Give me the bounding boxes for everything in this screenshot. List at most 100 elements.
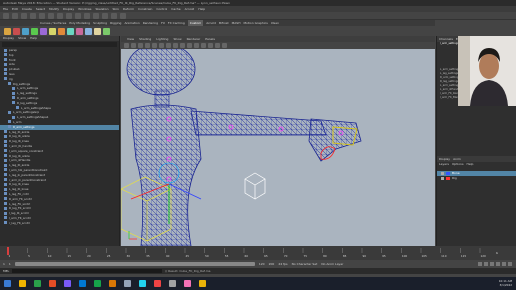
xray-joints-icon[interactable] — [215, 43, 220, 48]
shelf-tool-icon[interactable] — [67, 27, 74, 35]
camera-icon[interactable] — [124, 43, 129, 48]
time-slider-ruler[interactable]: 1 5 10 15 20 25 30 35 40 45 50 55 60 65 70 75 80 85 90 95 10… — [0, 246, 516, 260]
film-gate-icon[interactable] — [159, 43, 164, 48]
character-neck-mesh[interactable] — [154, 90, 170, 108]
smooth-shade-icon[interactable] — [180, 43, 185, 48]
go-to-end-icon[interactable] — [508, 262, 512, 266]
shelf-tool-icon[interactable] — [13, 27, 20, 35]
grid-icon[interactable] — [152, 43, 157, 48]
time-slider[interactable]: 1 5 10 15 20 25 30 35 40 45 50 55 60 65 70 75 80 85 90 95 10… — [0, 246, 516, 260]
current-frame-field[interactable]: 1 — [496, 251, 498, 255]
range-start-field[interactable]: 1 — [3, 262, 5, 266]
layer-color-swatch[interactable] — [446, 172, 450, 175]
range-end-field[interactable]: 200 — [269, 262, 275, 266]
bookmark-icon[interactable] — [138, 43, 143, 48]
taskbar-app-icon[interactable] — [109, 280, 116, 287]
taskbar-app-icon[interactable] — [4, 280, 11, 287]
taskbar-app-icon[interactable] — [169, 280, 176, 287]
go-to-start-icon[interactable] — [478, 262, 482, 266]
lock-camera-icon[interactable] — [131, 43, 136, 48]
shelf-tool-icon[interactable] — [85, 27, 92, 35]
layer-menu-options[interactable]: Options — [452, 162, 464, 167]
select-by-object-icon[interactable] — [57, 12, 63, 19]
open-scene-icon[interactable] — [12, 12, 18, 19]
lights-icon[interactable] — [194, 43, 199, 48]
view-axis-indicator — [128, 231, 137, 240]
play-forward-icon[interactable] — [496, 262, 500, 266]
textured-icon[interactable] — [187, 43, 192, 48]
render-settings-icon[interactable] — [120, 12, 126, 19]
taskbar-app-icon[interactable] — [34, 280, 41, 287]
taskbar-app-icon[interactable] — [79, 280, 86, 287]
range-bar[interactable] — [14, 262, 255, 266]
shelf-tool-icon[interactable] — [58, 27, 65, 35]
shelf-tool-icon[interactable] — [103, 27, 110, 35]
outliner-search-field[interactable] — [2, 42, 117, 47]
character-torso-mesh[interactable] — [130, 104, 202, 246]
undo-icon[interactable] — [30, 12, 36, 19]
taskbar-app-icon[interactable] — [184, 280, 191, 287]
taskbar-app-icon[interactable] — [64, 280, 71, 287]
character-head-mesh[interactable] — [126, 49, 196, 96]
taskbar-app-icon[interactable] — [139, 280, 146, 287]
snap-point-icon[interactable] — [93, 12, 99, 19]
wireframe-icon[interactable] — [173, 43, 178, 48]
taskbar-app-icon[interactable] — [199, 280, 206, 287]
select-by-component-icon[interactable] — [66, 12, 72, 19]
step-back-icon[interactable] — [484, 262, 488, 266]
playback-start-field[interactable]: 1 — [9, 262, 11, 266]
outliner-menu-display[interactable]: Display — [3, 36, 14, 41]
shelf-tool-icon[interactable] — [4, 27, 11, 35]
resolution-gate-icon[interactable] — [166, 43, 171, 48]
taskbar-app-icon[interactable] — [94, 280, 101, 287]
shelf-tool-icon[interactable] — [94, 27, 101, 35]
command-input[interactable] — [12, 269, 163, 273]
image-plane-icon[interactable] — [145, 43, 150, 48]
outliner-row-label: L_leg_IK_knee — [9, 187, 29, 192]
playback-end-field[interactable]: 120 — [259, 262, 265, 266]
xray-icon[interactable] — [208, 43, 213, 48]
step-forward-icon[interactable] — [502, 262, 506, 266]
fps-dropdown[interactable]: 24 fps — [278, 262, 287, 266]
shelf-tool-icon[interactable] — [76, 27, 83, 35]
layer-menu-layers[interactable]: Layers — [439, 162, 449, 167]
shelf-tool-icon[interactable] — [31, 27, 38, 35]
isolate-select-icon[interactable] — [222, 43, 227, 48]
locator-cube[interactable] — [244, 172, 266, 200]
outliner-row-label: R_arm_settings — [13, 124, 35, 129]
redo-icon[interactable] — [39, 12, 45, 19]
outliner-menu-help[interactable]: Help — [30, 36, 37, 41]
snap-curve-icon[interactable] — [84, 12, 90, 19]
shelf-tool-icon[interactable] — [40, 27, 47, 35]
render-icon[interactable] — [102, 12, 108, 19]
visibility-icon[interactable] — [441, 172, 444, 175]
current-time-marker[interactable] — [7, 247, 9, 255]
visibility-icon[interactable] — [441, 177, 444, 180]
snap-grid-icon[interactable] — [75, 12, 81, 19]
new-scene-icon[interactable] — [3, 12, 9, 19]
select-by-hierarchy-icon[interactable] — [48, 12, 54, 19]
layer-row[interactable]: Rig — [437, 176, 516, 181]
taskbar-app-icon[interactable] — [19, 280, 26, 287]
shadows-icon[interactable] — [201, 43, 206, 48]
shelf-tool-icon[interactable] — [22, 27, 29, 35]
character-set-dropdown[interactable]: No Character Set — [292, 262, 318, 266]
transform-node-icon — [4, 58, 7, 62]
character-hand-mesh[interactable] — [308, 118, 362, 162]
taskbar-app-icon[interactable] — [154, 280, 161, 287]
layer-color-swatch[interactable] — [446, 177, 450, 180]
outliner-menu-show[interactable]: Show — [18, 36, 26, 41]
outliner-row[interactable]: r_leg_FK_scntrl — [0, 221, 119, 226]
taskbar-app-icon[interactable] — [49, 280, 56, 287]
layer-menu-help[interactable]: Help — [467, 162, 474, 167]
3d-viewport[interactable] — [121, 49, 435, 246]
anim-layer-dropdown[interactable]: No Anim Layer — [321, 262, 343, 266]
taskbar-clock[interactable]: 10:11 AM 3/1/2022 — [499, 279, 512, 287]
shelf-tool-icon[interactable] — [49, 27, 56, 35]
play-backward-icon[interactable] — [490, 262, 494, 266]
taskbar-app-icon[interactable] — [124, 280, 131, 287]
ipr-render-icon[interactable] — [111, 12, 117, 19]
save-scene-icon[interactable] — [21, 12, 27, 19]
character-arm-mesh[interactable] — [190, 110, 327, 136]
script-language-label[interactable]: MEL — [3, 269, 9, 273]
